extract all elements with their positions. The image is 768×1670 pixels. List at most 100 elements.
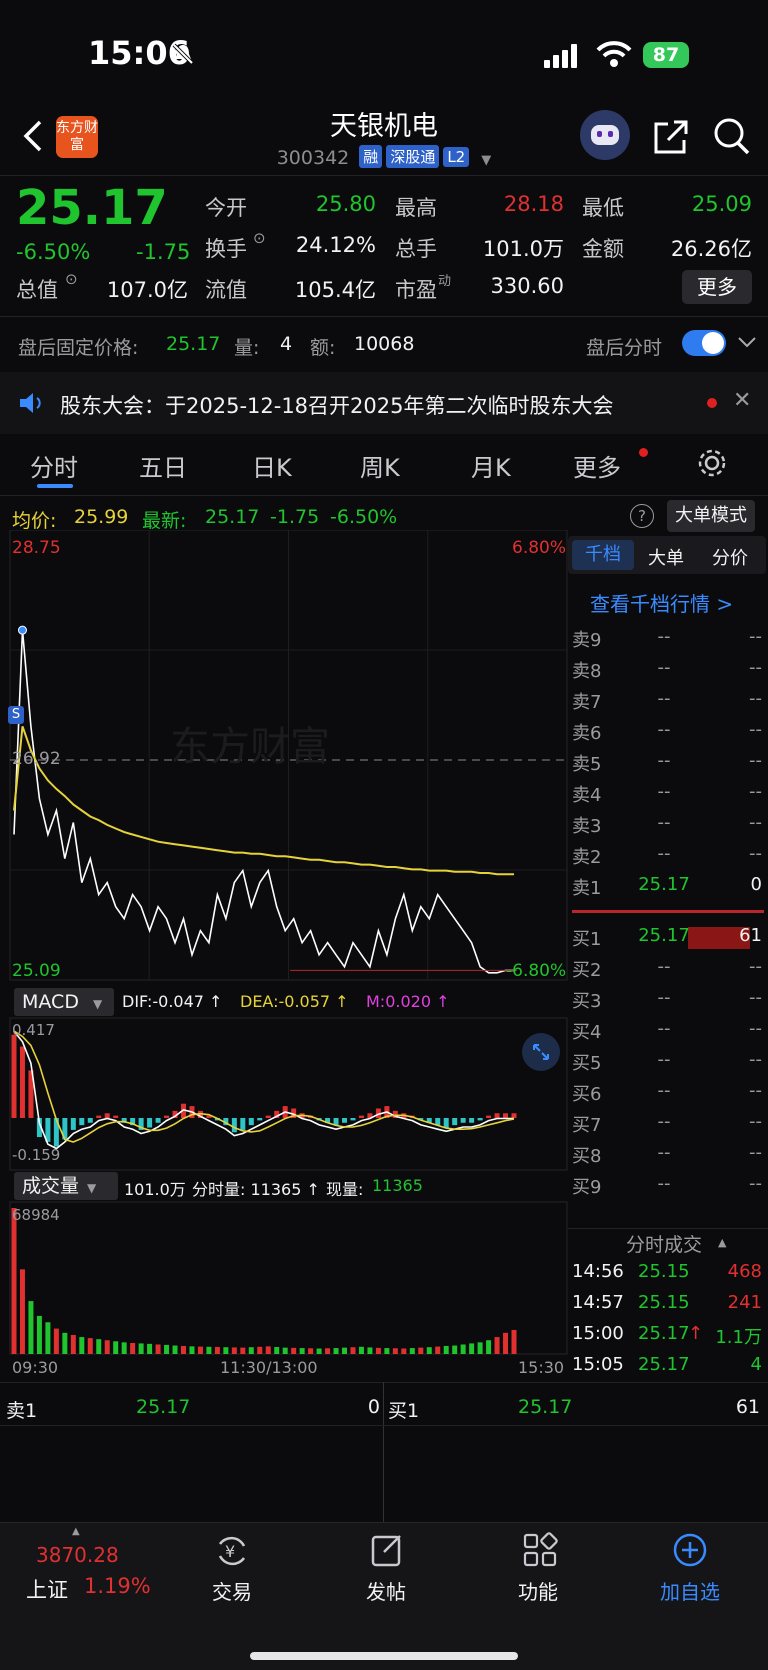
order-book-row[interactable]: 卖4 -- -- [572,781,762,812]
volume-bar [392,1348,398,1354]
order-book-row[interactable]: 买6 -- -- [572,1080,762,1111]
trades-collapse-icon[interactable]: ▲ [718,1236,726,1249]
trade-price: 25.15 [638,1261,690,1282]
add-watchlist-icon[interactable] [672,1532,708,1568]
assistant-avatar-icon[interactable] [580,110,630,160]
tab-intraday[interactable]: 分时 [30,448,78,483]
big-order-mode-button[interactable]: 大单模式 [667,500,755,532]
nav-add-watchlist[interactable]: 加自选 [660,1576,720,1605]
battery-indicator: 87 [643,42,689,68]
index-value[interactable]: 3870.28 [36,1543,119,1567]
search-icon[interactable] [712,116,752,156]
after-hours-toggle[interactable] [682,330,726,356]
level-volume: -- [749,1018,762,1039]
tab-more-dot [639,448,648,457]
macd-bar [104,1113,110,1118]
sell-marker-badge[interactable]: S [8,706,24,724]
level-volume: -- [749,987,762,1008]
level-price: 25.17 [638,925,690,946]
side-tab-depth[interactable]: 千档 [572,540,634,570]
volume-bar [342,1347,348,1354]
order-book-row[interactable]: 买8 -- -- [572,1142,762,1173]
float-cap-value: 105.4亿 [294,278,376,302]
tab-weekly-k[interactable]: 周K [360,448,400,483]
info-dots-icon[interactable]: ⊙ [253,229,266,247]
side-tab-price-dist[interactable]: 分价 [712,544,748,570]
trades-title[interactable]: 分时成交 [626,1230,702,1257]
tab-monthly-k[interactable]: 月K [471,448,511,483]
settings-gear-icon[interactable] [697,448,727,478]
share-icon[interactable] [652,118,690,156]
bottom-ask-price: 25.17 [136,1396,191,1418]
volume-bar [494,1337,500,1354]
home-indicator [250,1652,518,1660]
order-book-row[interactable]: 卖2 -- -- [572,843,762,874]
depth-link[interactable]: 查看千档行情 > [590,588,733,617]
intraday-chart[interactable]: 东方财富 [0,530,570,1380]
order-book-row[interactable]: 卖9 -- -- [572,626,762,657]
help-icon[interactable]: ? [630,504,654,528]
trade-yen-icon[interactable]: ¥ [214,1534,250,1568]
y-bottom-label: 25.09 [12,961,61,981]
order-book-row[interactable]: 卖7 -- -- [572,688,762,719]
order-book-row[interactable]: 买1 25.17 61 [572,925,762,956]
level-label: 买7 [572,1115,602,1136]
order-book-row[interactable]: 卖1 25.17 0 [572,874,762,905]
index-pct[interactable]: 1.19% [84,1574,151,1598]
functions-grid-icon[interactable] [522,1532,558,1568]
more-button[interactable]: 更多 [682,270,752,304]
tab-more[interactable]: 更多 [573,448,621,483]
pe-dynamic-mark: 动 [438,274,452,289]
after-hours-vol-label: 量: [234,337,260,359]
volume-bar [214,1347,220,1354]
speaker-icon [20,393,41,413]
order-book-row[interactable]: 卖3 -- -- [572,812,762,843]
level-price: -- [657,812,671,833]
nav-functions[interactable]: 功能 [518,1576,558,1605]
after-hours-amt: 10068 [354,333,415,355]
y-top-label: 28.75 [12,538,61,558]
macd-bar [79,1118,85,1126]
order-book-row[interactable]: 卖8 -- -- [572,657,762,688]
volume-bar [333,1348,339,1354]
expand-icon[interactable] [522,1033,560,1071]
x-label-open: 09:30 [12,1358,59,1377]
order-book-row[interactable]: 买7 -- -- [572,1111,762,1142]
trade-row: 15:05 25.17 4 [572,1354,762,1385]
tab-daily-k[interactable]: 日K [252,448,292,483]
side-tab-big-order[interactable]: 大单 [648,544,684,570]
macd-selector[interactable]: MACD ▼ [14,988,114,1016]
level-label: 买6 [572,1084,602,1105]
order-book-row[interactable]: 买5 -- -- [572,1049,762,1080]
close-icon[interactable]: ✕ [733,388,751,413]
level-volume: -- [749,1049,762,1070]
macd-bar [477,1118,483,1121]
order-book-row[interactable]: 卖6 -- -- [572,719,762,750]
volume-selector[interactable]: 成交量 ▼ [14,1172,118,1200]
level-label: 卖2 [572,847,602,868]
nav-post[interactable]: 发帖 [366,1576,406,1605]
tab-five-day[interactable]: 五日 [139,448,187,483]
macd-dea: DEA:-0.057 ↑ [240,992,349,1011]
order-book-row[interactable]: 买3 -- -- [572,987,762,1018]
level-price: -- [657,987,671,1008]
post-edit-icon[interactable] [370,1532,404,1568]
order-book-row[interactable]: 买9 -- -- [572,1173,762,1204]
level-price: -- [657,956,671,977]
volume-bar [45,1322,51,1354]
y-mid-label: 26.92 [12,749,61,769]
notice-text[interactable]: 股东大会：于2025-12-18召开2025年第二次临时股东大会 [60,390,613,420]
order-book-row[interactable]: 卖5 -- -- [572,750,762,781]
index-name[interactable]: 上证 [26,1574,68,1604]
order-book-row[interactable]: 买4 -- -- [572,1018,762,1049]
info-dots-icon[interactable]: ⊙ [65,270,78,288]
nav-trade[interactable]: 交易 [212,1576,252,1605]
volume-top-label: 68984 [12,1206,60,1224]
macd-bar [87,1118,93,1123]
order-book-row[interactable]: 买2 -- -- [572,956,762,987]
index-expand-icon[interactable]: ▲ [72,1526,80,1537]
bottom-bid-label: 买1 [388,1400,420,1422]
chevron-down-icon[interactable] [737,336,757,350]
level-label: 卖6 [572,723,602,744]
volume-bar [87,1338,93,1354]
